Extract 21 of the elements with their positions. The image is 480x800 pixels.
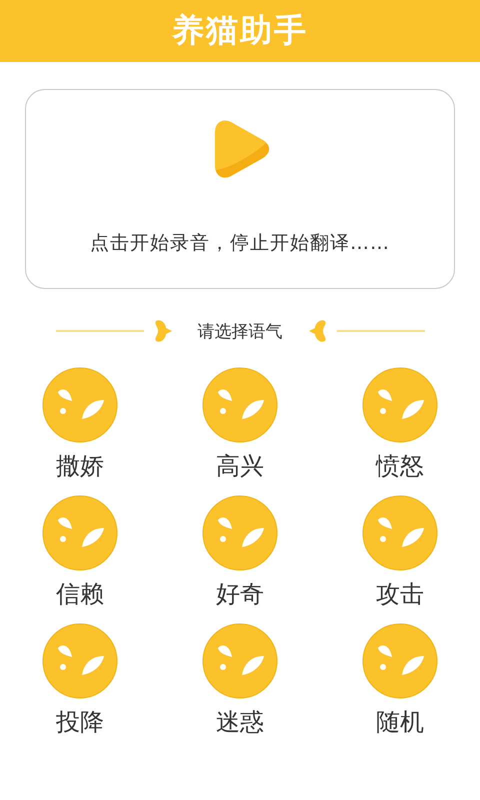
face-icon [202,495,278,571]
mood-button[interactable]: 投降 [0,623,160,737]
mood-button[interactable]: 迷惑 [160,623,320,737]
mood-button[interactable]: 撒娇 [0,367,160,481]
face-icon [202,367,278,443]
face-icon [202,623,278,699]
mood-button[interactable]: 攻击 [320,495,480,609]
face-icon [362,367,438,443]
record-hint: 点击开始录音，停止开始翻译…… [90,231,390,256]
face-icon [42,367,118,443]
app-title: 养猫助手 [172,10,308,51]
mood-button[interactable]: 高兴 [160,367,320,481]
face-icon [42,495,118,571]
mood-button[interactable]: 信赖 [0,495,160,609]
mood-button[interactable]: 随机 [320,623,480,737]
face-icon [42,623,118,699]
face-icon [362,623,438,699]
mood-button[interactable]: 好奇 [160,495,320,609]
face-icon [362,495,438,571]
section-title: 请选择语气 [198,320,282,342]
mood-button[interactable]: 愤怒 [320,367,480,481]
